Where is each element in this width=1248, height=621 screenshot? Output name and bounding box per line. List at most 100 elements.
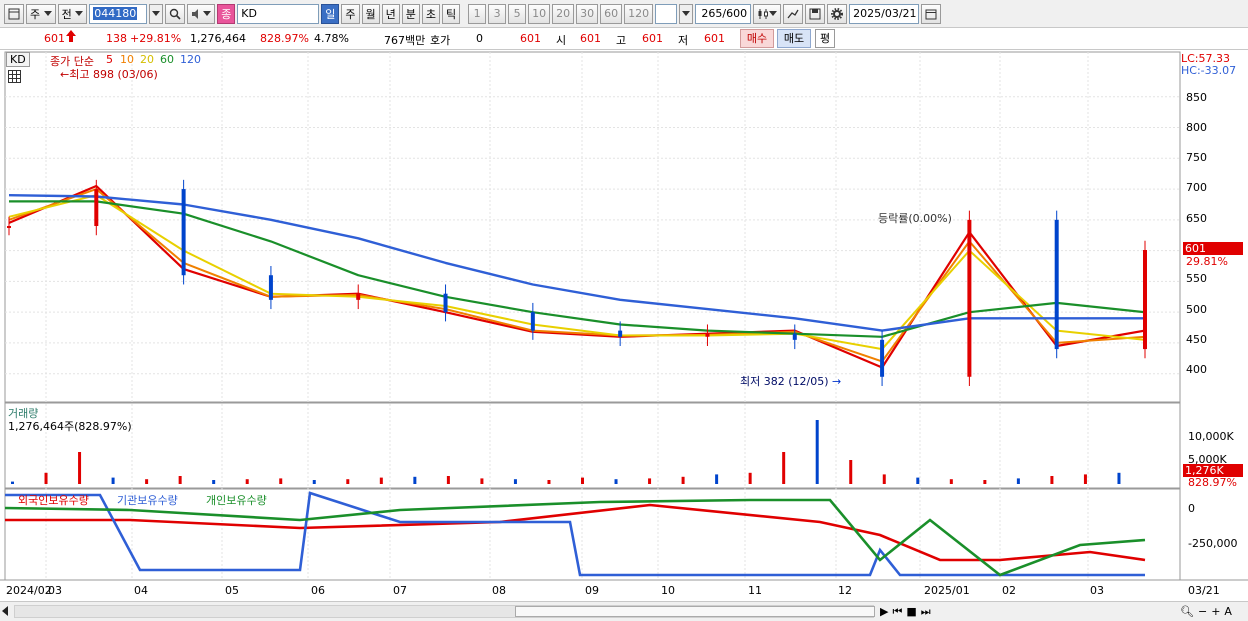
tag-badge: 종 — [217, 3, 236, 24]
scroll-thumb[interactable] — [515, 606, 875, 617]
stop-icon[interactable]: ■ — [906, 605, 916, 618]
volume-tag-pct: 828.97% — [1188, 476, 1237, 489]
calendar-icon — [925, 9, 937, 19]
volume-bar — [212, 480, 216, 484]
interval-20[interactable]: 20 — [552, 3, 575, 24]
prev-select[interactable]: 전 — [57, 3, 88, 24]
layout-icon[interactable] — [4, 3, 24, 24]
volume-bar — [178, 476, 182, 484]
ma-legend-20: 20 — [140, 53, 154, 66]
save-button[interactable] — [805, 3, 826, 24]
interval-120[interactable]: 120 — [624, 3, 654, 24]
period-second[interactable]: 초 — [421, 3, 440, 24]
x-right-label: 03/21 — [1188, 584, 1220, 597]
x-tick: 04 — [134, 584, 148, 597]
forward-icon[interactable]: ⏭ — [921, 605, 931, 619]
period-minute[interactable]: 분 — [401, 3, 420, 24]
sell-button[interactable]: 매도 — [777, 29, 811, 48]
interval-60[interactable]: 60 — [600, 3, 623, 24]
draw-tool-button[interactable] — [783, 3, 804, 24]
candle-body — [443, 293, 448, 313]
volume-bar — [446, 476, 450, 484]
x-tick: 03 — [1090, 584, 1104, 597]
interval-30[interactable]: 30 — [576, 3, 599, 24]
candle-type-button[interactable] — [753, 3, 782, 24]
quote-label: 호가 — [430, 34, 451, 47]
period-tick[interactable]: 틱 — [442, 3, 461, 24]
price-change: 138 — [106, 32, 127, 45]
zoom-controls: 🔍︎ − + A — [1180, 604, 1232, 619]
stock-name-field[interactable]: KD — [237, 3, 320, 24]
horizontal-scrollbar[interactable]: ▶ ⏮ ■ ⏭ 🔍︎ − + A — [0, 601, 1248, 621]
code-badge[interactable]: KD — [6, 52, 30, 67]
low-price: 601 — [704, 32, 725, 45]
period-year[interactable]: 년 — [381, 3, 400, 24]
table-icon[interactable] — [8, 70, 21, 86]
volume-value: 1,276,464 — [190, 32, 246, 45]
avg-button[interactable]: 평 — [815, 29, 835, 48]
volume-bar — [882, 474, 886, 484]
scroll-track[interactable] — [14, 605, 875, 618]
high-price: 601 — [642, 32, 663, 45]
x-tick: 11 — [748, 584, 762, 597]
candle-body — [705, 333, 710, 337]
candle-body — [181, 189, 186, 276]
quote-row: 601 138 +29.81% 1,276,464 828.97% 4.78% … — [0, 28, 1248, 50]
volume-pane-frame — [4, 402, 1181, 489]
calendar-button[interactable] — [921, 3, 942, 24]
chevron-down-icon — [43, 11, 52, 16]
interval-dropdown[interactable] — [679, 3, 694, 24]
period-day[interactable]: 일 — [321, 3, 340, 24]
volume-bar — [681, 476, 685, 484]
scroll-left-icon[interactable] — [2, 606, 8, 616]
gear-icon — [831, 7, 844, 20]
price-change-pct: +29.81% — [130, 32, 182, 45]
open-label: 시 — [556, 34, 567, 47]
settings-button[interactable] — [827, 3, 848, 24]
search-button[interactable] — [165, 3, 186, 24]
code-input[interactable]: 044180 — [89, 3, 148, 24]
volume-bar — [614, 479, 618, 484]
interval-10[interactable]: 10 — [528, 3, 551, 24]
count-input[interactable]: 265/600 — [695, 3, 752, 24]
hc-label: HC:-33.07 — [1181, 64, 1237, 77]
buy-button[interactable]: 매수 — [740, 29, 774, 48]
zoom-out-icon[interactable]: − — [1198, 605, 1207, 618]
interval-1[interactable]: 1 — [468, 3, 487, 24]
rewind-icon[interactable]: ⏮ — [892, 605, 902, 619]
volume-value-label: 1,276,464주(828.97%) — [8, 420, 132, 433]
interval-input[interactable] — [655, 3, 678, 24]
candle-body — [94, 189, 99, 226]
trend-tool-icon — [787, 9, 799, 18]
chart-canvas[interactable] — [0, 50, 1248, 601]
chart-area[interactable]: KD 종가 단순 5 10 20 60 120 ←최고 898 (03/06) … — [0, 50, 1248, 601]
x-tick: 03 — [48, 584, 62, 597]
auto-icon[interactable]: A — [1224, 605, 1232, 618]
period-main-select[interactable]: 주 — [26, 3, 56, 24]
candle-body — [7, 226, 11, 228]
speaker-button[interactable] — [187, 3, 216, 24]
ma-legend-60: 60 — [160, 53, 174, 66]
zoom-in-icon[interactable]: + — [1211, 605, 1220, 618]
y-tick: 500 — [1186, 303, 1207, 316]
volume-bar — [1050, 476, 1054, 484]
open-price: 601 — [580, 32, 601, 45]
volume-bar — [312, 480, 316, 484]
interval-5[interactable]: 5 — [508, 3, 527, 24]
y-tick: 400 — [1186, 363, 1207, 376]
candle-body — [792, 333, 797, 340]
date-input[interactable]: 2025/03/21 — [849, 3, 920, 24]
period-week[interactable]: 주 — [341, 3, 360, 24]
chart-window: 주 전 044180 종 KD 일 주 월 년 분 초 틱 1 3 5 10 2… — [0, 0, 1248, 621]
chevron-down-icon — [769, 11, 778, 16]
zoom-search-icon[interactable]: 🔍︎ — [1180, 605, 1194, 618]
play-icon[interactable]: ▶ — [880, 605, 888, 618]
volume-bar — [513, 479, 517, 484]
volume-bar — [480, 478, 484, 484]
period-month[interactable]: 월 — [361, 3, 380, 24]
candle-body — [967, 219, 972, 377]
code-dropdown[interactable] — [149, 3, 164, 24]
volume-bar — [815, 420, 819, 484]
y-tick: 800 — [1186, 121, 1207, 134]
interval-3[interactable]: 3 — [488, 3, 507, 24]
